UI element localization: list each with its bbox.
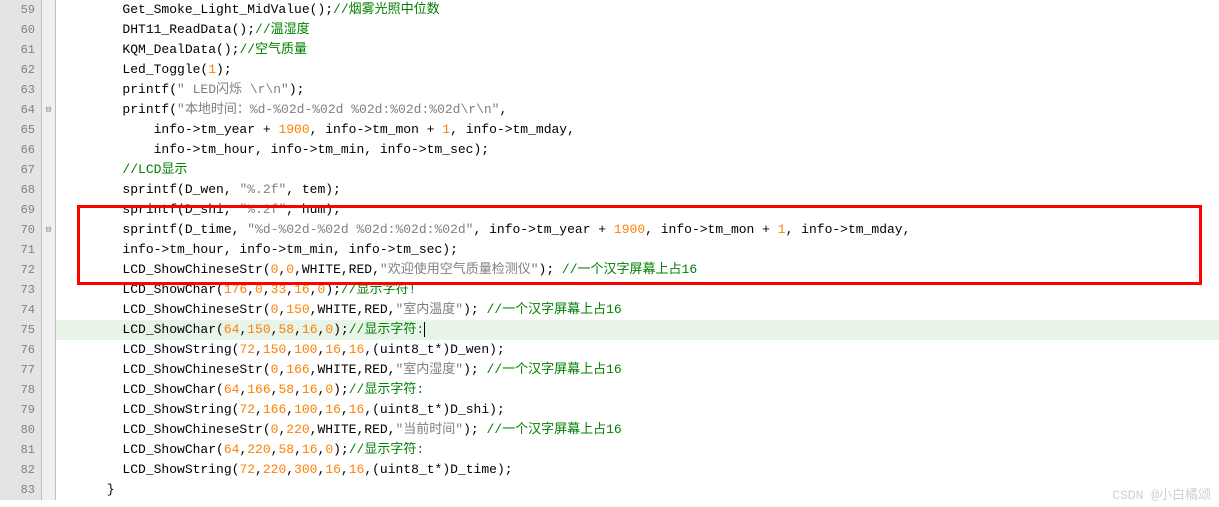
code-line[interactable]: LCD_ShowChineseStr(0,150,WHITE,RED,"室内温度…: [56, 300, 1219, 320]
fold-marker: [42, 180, 55, 200]
code-line[interactable]: LCD_ShowChar(176,0,33,16,0);//显示字符!: [56, 280, 1219, 300]
fold-marker: [42, 200, 55, 220]
fold-marker: [42, 80, 55, 100]
line-number-gutter: 5960616263646566676869707172737475767778…: [0, 0, 42, 500]
line-number: 72: [0, 260, 41, 280]
fold-marker: [42, 120, 55, 140]
fold-marker[interactable]: ⊟: [42, 100, 55, 120]
fold-marker: [42, 420, 55, 440]
line-number: 83: [0, 480, 41, 500]
fold-marker: [42, 460, 55, 480]
code-line[interactable]: }: [56, 480, 1219, 500]
code-line[interactable]: LCD_ShowChineseStr(0,220,WHITE,RED,"当前时间…: [56, 420, 1219, 440]
line-number: 60: [0, 20, 41, 40]
fold-marker: [42, 260, 55, 280]
code-line[interactable]: //LCD显示: [56, 160, 1219, 180]
code-line[interactable]: DHT11_ReadData();//温湿度: [56, 20, 1219, 40]
code-line[interactable]: LCD_ShowString(72,150,100,16,16,(uint8_t…: [56, 340, 1219, 360]
code-area[interactable]: Get_Smoke_Light_MidValue();//烟雾光照中位数 DHT…: [56, 0, 1219, 500]
code-line[interactable]: printf(" LED闪烁 \r\n");: [56, 80, 1219, 100]
code-line[interactable]: KQM_DealData();//空气质量: [56, 40, 1219, 60]
fold-marker: [42, 400, 55, 420]
line-number: 61: [0, 40, 41, 60]
fold-marker: [42, 380, 55, 400]
line-number: 63: [0, 80, 41, 100]
line-number: 81: [0, 440, 41, 460]
line-number: 67: [0, 160, 41, 180]
code-line[interactable]: Led_Toggle(1);: [56, 60, 1219, 80]
fold-marker: [42, 440, 55, 460]
fold-marker: [42, 480, 55, 500]
line-number: 82: [0, 460, 41, 480]
code-editor[interactable]: 5960616263646566676869707172737475767778…: [0, 0, 1219, 500]
fold-marker: [42, 360, 55, 380]
code-line[interactable]: sprintf(D_time, "%d-%02d-%02d %02d:%02d:…: [56, 220, 1219, 240]
line-number: 68: [0, 180, 41, 200]
fold-marker: [42, 320, 55, 340]
fold-marker: [42, 300, 55, 320]
line-number: 64: [0, 100, 41, 120]
code-line[interactable]: sprintf(D_wen, "%.2f", tem);: [56, 180, 1219, 200]
code-line[interactable]: info->tm_year + 1900, info->tm_mon + 1, …: [56, 120, 1219, 140]
fold-marker: [42, 40, 55, 60]
fold-marker: [42, 280, 55, 300]
fold-marker: [42, 160, 55, 180]
line-number: 80: [0, 420, 41, 440]
code-line[interactable]: LCD_ShowChineseStr(0,0,WHITE,RED,"欢迎使用空气…: [56, 260, 1219, 280]
line-number: 79: [0, 400, 41, 420]
line-number: 66: [0, 140, 41, 160]
line-number: 74: [0, 300, 41, 320]
fold-marker: [42, 140, 55, 160]
code-line[interactable]: LCD_ShowString(72,220,300,16,16,(uint8_t…: [56, 460, 1219, 480]
code-line[interactable]: LCD_ShowString(72,166,100,16,16,(uint8_t…: [56, 400, 1219, 420]
line-number: 59: [0, 0, 41, 20]
fold-marker: [42, 60, 55, 80]
line-number: 71: [0, 240, 41, 260]
line-number: 78: [0, 380, 41, 400]
code-line[interactable]: printf("本地时间：%d-%02d-%02d %02d:%02d:%02d…: [56, 100, 1219, 120]
fold-marker: [42, 340, 55, 360]
fold-column[interactable]: ⊟⊟: [42, 0, 56, 500]
line-number: 62: [0, 60, 41, 80]
line-number: 77: [0, 360, 41, 380]
fold-marker[interactable]: ⊟: [42, 220, 55, 240]
fold-marker: [42, 0, 55, 20]
line-number: 76: [0, 340, 41, 360]
line-number: 65: [0, 120, 41, 140]
code-line[interactable]: LCD_ShowChar(64,166,58,16,0);//显示字符:: [56, 380, 1219, 400]
code-line[interactable]: info->tm_hour, info->tm_min, info->tm_se…: [56, 240, 1219, 260]
code-line[interactable]: Get_Smoke_Light_MidValue();//烟雾光照中位数: [56, 0, 1219, 20]
fold-marker: [42, 240, 55, 260]
code-line[interactable]: sprintf(D_shi, "%.2f", hum);: [56, 200, 1219, 220]
code-line[interactable]: LCD_ShowChar(64,150,58,16,0);//显示字符:: [56, 320, 1219, 340]
code-line[interactable]: info->tm_hour, info->tm_min, info->tm_se…: [56, 140, 1219, 160]
line-number: 69: [0, 200, 41, 220]
line-number: 75: [0, 320, 41, 340]
code-line[interactable]: LCD_ShowChar(64,220,58,16,0);//显示字符:: [56, 440, 1219, 460]
line-number: 70: [0, 220, 41, 240]
line-number: 73: [0, 280, 41, 300]
fold-marker: [42, 20, 55, 40]
code-line[interactable]: LCD_ShowChineseStr(0,166,WHITE,RED,"室内湿度…: [56, 360, 1219, 380]
